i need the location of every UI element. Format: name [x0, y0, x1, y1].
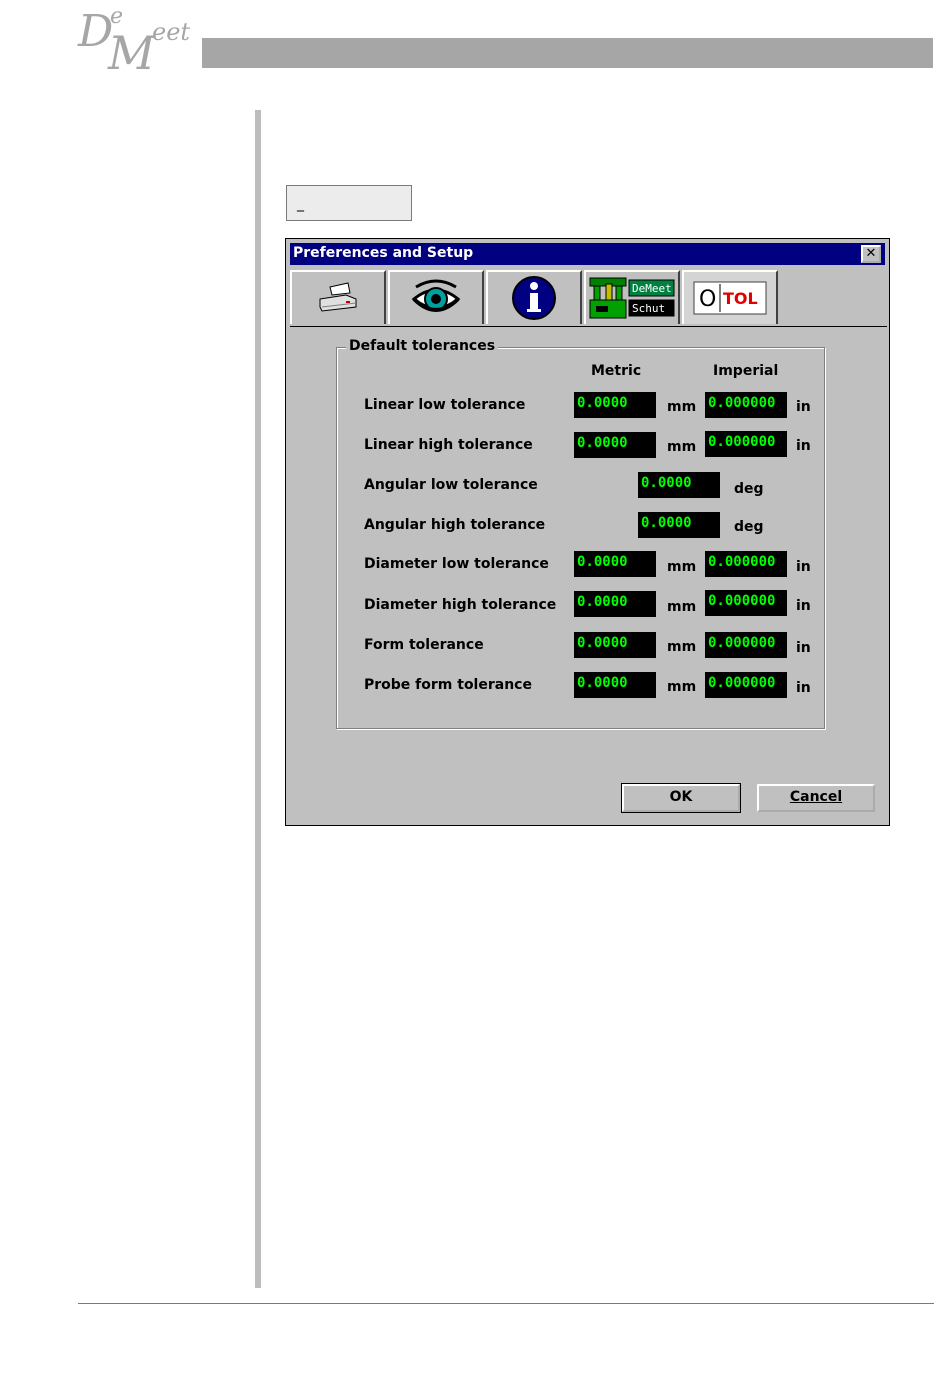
unit-mm: mm	[667, 639, 697, 655]
probe-form-imperial-field[interactable]: 0.000000	[705, 672, 787, 698]
tolerance-label-tol: TOL	[723, 289, 758, 308]
machine-icon: DeMeet Schut	[589, 277, 675, 319]
tab-printer[interactable]	[290, 270, 386, 324]
diameter-high-imperial-field[interactable]: 0.000000	[705, 590, 787, 616]
unit-in: in	[796, 598, 811, 614]
preferences-dialog: Preferences and Setup ✕ DeMeet Schut O T…	[285, 238, 890, 826]
unit-mm: mm	[667, 599, 697, 615]
machine-label-demeet: DeMeet	[632, 282, 672, 295]
tolerance-label-o: O	[699, 287, 716, 312]
unit-mm: mm	[667, 679, 697, 695]
row-label-linear-low: Linear low tolerance	[364, 397, 526, 413]
tab-info[interactable]	[486, 270, 582, 324]
unit-mm: mm	[667, 399, 697, 415]
logo-letters-eet: eet	[152, 18, 191, 46]
column-header-imperial: Imperial	[713, 363, 779, 379]
left-margin-rule	[255, 110, 261, 1288]
unit-in: in	[796, 438, 811, 454]
machine-label-schut: Schut	[632, 302, 665, 315]
linear-high-imperial-field[interactable]: 0.000000	[705, 431, 787, 457]
group-title: Default tolerances	[346, 338, 499, 354]
cancel-button-label: Cancel	[789, 789, 843, 805]
caption-box: _	[286, 185, 412, 221]
tab-machine[interactable]: DeMeet Schut	[584, 270, 680, 324]
unit-deg: deg	[734, 481, 764, 497]
caption-box-text: _	[297, 196, 304, 212]
unit-mm: mm	[667, 559, 697, 575]
row-label-form: Form tolerance	[364, 637, 484, 653]
row-label-diameter-high: Diameter high tolerance	[364, 597, 557, 613]
tab-display[interactable]	[388, 270, 484, 324]
cancel-button[interactable]: Cancel	[757, 784, 875, 812]
unit-deg: deg	[734, 519, 764, 535]
form-imperial-field[interactable]: 0.000000	[705, 632, 787, 658]
row-label-angular-low: Angular low tolerance	[364, 477, 538, 493]
info-icon	[512, 276, 556, 320]
linear-low-metric-field[interactable]: 0.0000	[574, 392, 656, 418]
eye-icon	[411, 279, 461, 312]
footer-rule	[78, 1303, 934, 1304]
row-label-probe-form: Probe form tolerance	[364, 677, 532, 693]
probe-form-metric-field[interactable]: 0.0000	[574, 672, 656, 698]
tab-strip: DeMeet Schut O TOL	[290, 270, 887, 327]
unit-in: in	[796, 680, 811, 696]
linear-low-imperial-field[interactable]: 0.000000	[705, 392, 787, 418]
close-button[interactable]: ✕	[861, 245, 881, 263]
unit-in: in	[796, 559, 811, 575]
row-label-angular-high: Angular high tolerance	[364, 517, 546, 533]
dialog-titlebar[interactable]: Preferences and Setup ✕	[290, 243, 885, 265]
header-bar	[202, 38, 933, 68]
close-icon: ✕	[865, 246, 877, 261]
unit-in: in	[796, 399, 811, 415]
linear-high-metric-field[interactable]: 0.0000	[574, 432, 656, 458]
row-label-linear-high: Linear high tolerance	[364, 437, 533, 453]
angular-high-field[interactable]: 0.0000	[638, 512, 720, 538]
logo-letter-m: M	[108, 26, 156, 80]
diameter-low-imperial-field[interactable]: 0.000000	[705, 551, 787, 577]
column-header-metric: Metric	[591, 363, 642, 379]
tab-tolerance[interactable]: O TOL	[682, 270, 778, 324]
default-tolerances-group: Default tolerances Metric Imperial Linea…	[336, 338, 825, 729]
diameter-high-metric-field[interactable]: 0.0000	[574, 591, 656, 617]
unit-mm: mm	[667, 439, 697, 455]
demeet-logo: D e M eet	[74, 4, 204, 80]
unit-in: in	[796, 640, 811, 656]
dialog-title: Preferences and Setup	[293, 245, 474, 261]
tolerance-icon: O TOL	[693, 281, 767, 315]
form-metric-field[interactable]: 0.0000	[574, 632, 656, 658]
printer-icon	[319, 282, 357, 312]
ok-button[interactable]: OK	[621, 783, 741, 813]
row-label-diameter-low: Diameter low tolerance	[364, 556, 549, 572]
angular-low-field[interactable]: 0.0000	[638, 472, 720, 498]
diameter-low-metric-field[interactable]: 0.0000	[574, 551, 656, 577]
